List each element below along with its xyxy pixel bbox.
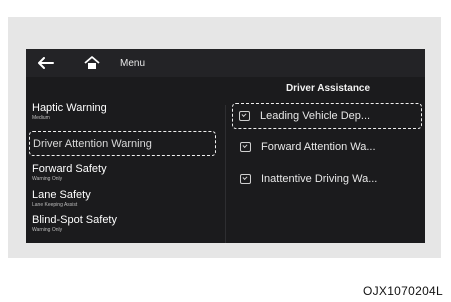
checkbox-icon[interactable] <box>239 111 250 121</box>
list-item-driver-attention-warning[interactable]: Driver Attention Warning <box>29 131 216 156</box>
item-value: Medium <box>32 115 50 121</box>
infotainment-screen: Menu Driver Assistance Haptic Warning Me… <box>26 49 425 243</box>
option-label: Inattentive Driving Wa... <box>261 173 378 185</box>
item-label: Haptic Warning <box>32 102 107 114</box>
list-item-forward-safety[interactable]: Forward Safety Warning Only <box>32 163 107 182</box>
back-button[interactable] <box>34 55 58 71</box>
top-bar: Menu <box>26 49 425 77</box>
item-label: Driver Attention Warning <box>33 137 152 150</box>
option-inattentive-driving-warning[interactable]: Inattentive Driving Wa... <box>232 166 422 192</box>
item-label: Lane Safety <box>32 189 91 201</box>
option-label: Forward Attention Wa... <box>261 141 376 153</box>
item-label: Blind-Spot Safety <box>32 214 117 226</box>
home-icon <box>84 56 100 69</box>
menu-button[interactable]: Menu <box>120 55 160 71</box>
item-value: Warning Only <box>32 176 63 182</box>
item-label: Forward Safety <box>32 163 107 175</box>
list-item-haptic-warning[interactable]: Haptic Warning Medium <box>32 102 107 121</box>
column-divider <box>225 105 226 243</box>
section-title: Driver Assistance <box>285 83 371 94</box>
option-forward-attention-warning[interactable]: Forward Attention Wa... <box>232 134 422 160</box>
checkbox-icon[interactable] <box>240 174 251 184</box>
list-item-blind-spot-safety[interactable]: Blind-Spot Safety Warning Only <box>32 214 117 233</box>
menu-label: Menu <box>120 57 146 69</box>
checkbox-icon[interactable] <box>240 142 251 152</box>
home-button[interactable] <box>80 55 104 71</box>
list-item-lane-safety[interactable]: Lane Safety Lane Keeping Assist <box>32 189 91 208</box>
item-value: Lane Keeping Assist <box>32 202 78 208</box>
back-arrow-icon <box>38 57 54 69</box>
option-leading-vehicle-departure[interactable]: Leading Vehicle Dep... <box>232 103 422 129</box>
option-label: Leading Vehicle Dep... <box>260 110 371 122</box>
item-value: Warning Only <box>32 227 63 233</box>
figure-code: OJX1070204L <box>362 284 443 298</box>
